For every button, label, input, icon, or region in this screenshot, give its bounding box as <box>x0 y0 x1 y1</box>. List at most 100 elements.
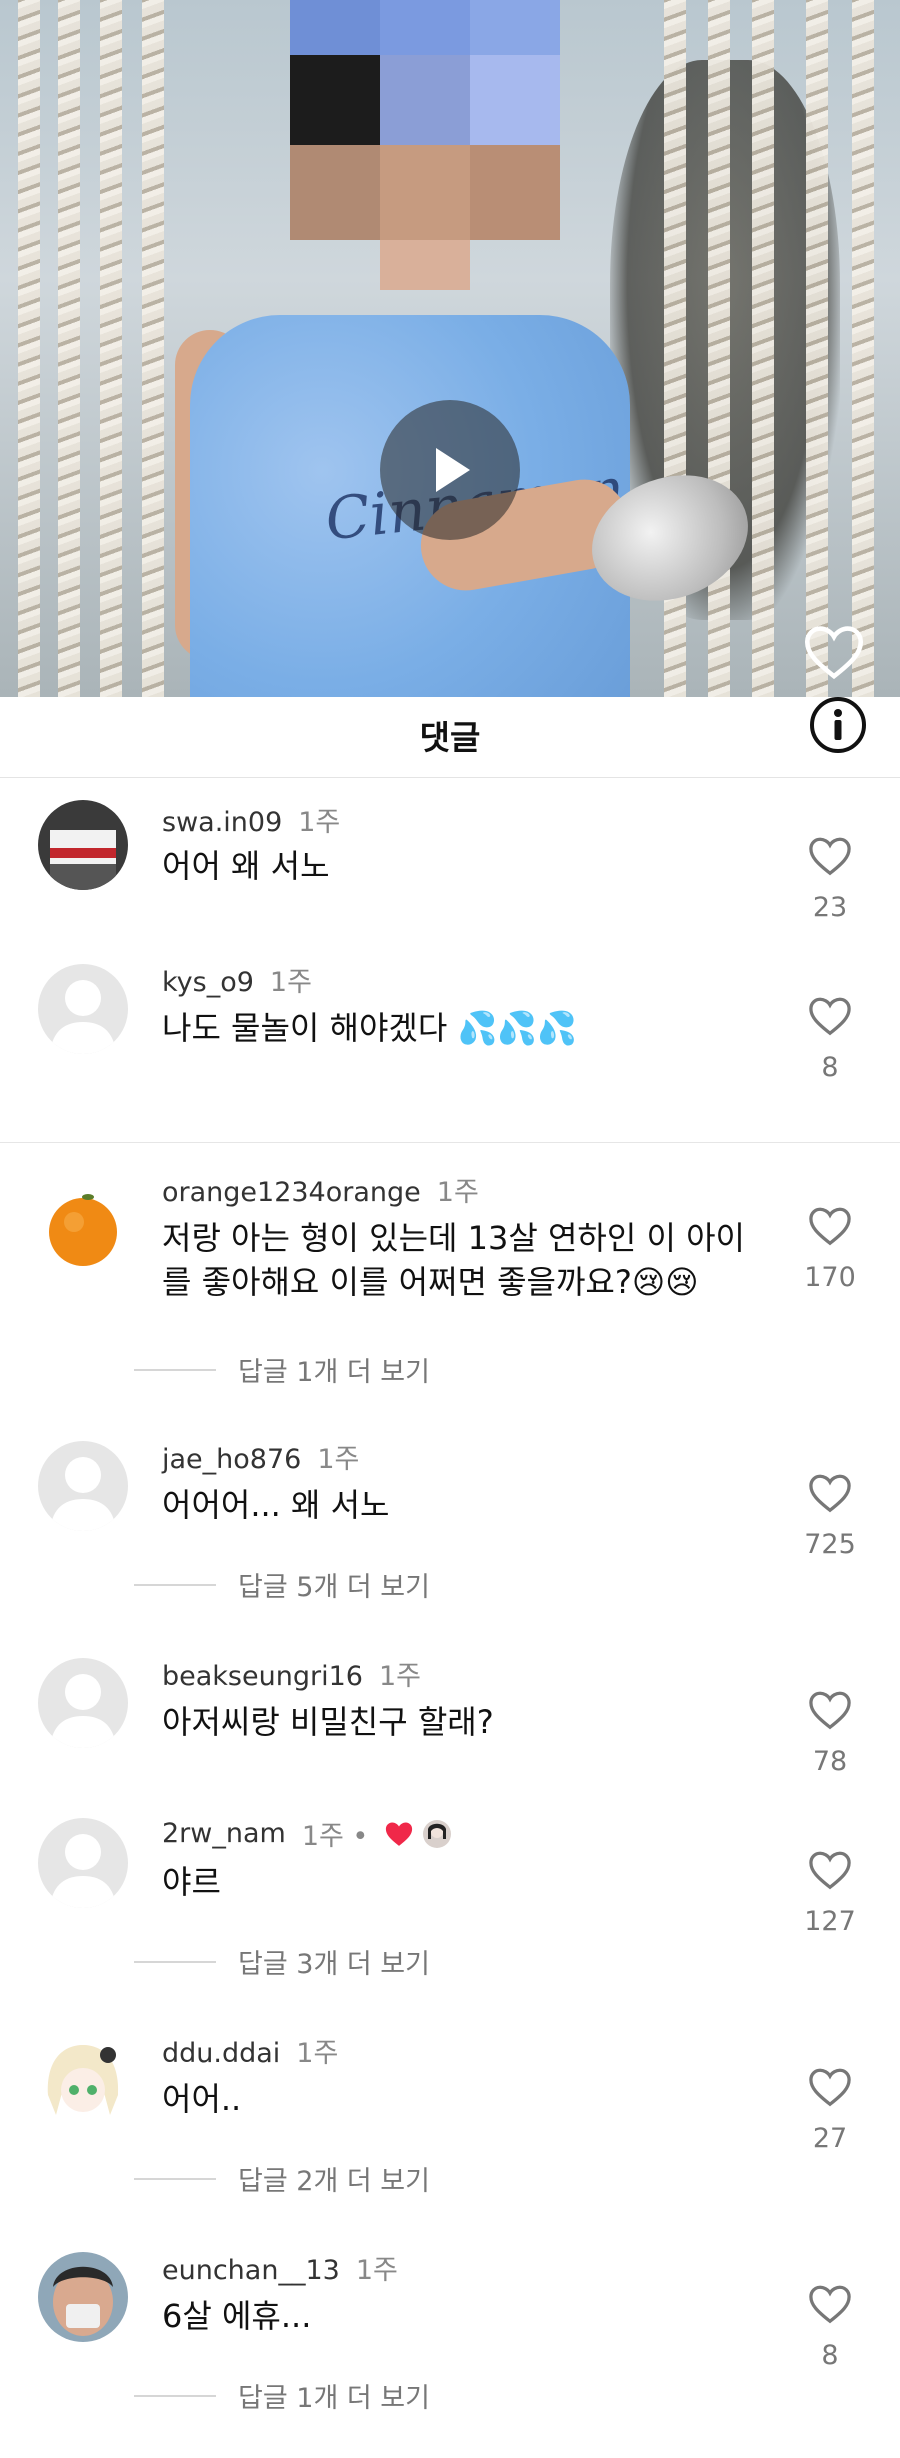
heart-outline-icon[interactable] <box>803 624 865 680</box>
username[interactable]: ddu.ddai <box>162 2038 280 2069</box>
heart-outline-icon[interactable] <box>808 1690 852 1730</box>
reply-line <box>134 1583 216 1586</box>
like-count: 725 <box>804 1529 856 1560</box>
timestamp: 1주 <box>378 1661 421 1692</box>
comment-meta: swa.in09 1주 <box>162 800 340 839</box>
view-replies-label: 답글 1개 더 보기 <box>238 1357 430 1388</box>
avatar[interactable] <box>38 2035 128 2125</box>
rope <box>18 0 40 697</box>
default-user-icon <box>50 1457 116 1531</box>
rope <box>142 0 164 697</box>
storefront-avatar-image <box>38 800 128 890</box>
like-count: 78 <box>812 1746 848 1777</box>
comment-item: swa.in09 1주 어어 왜 서노 23 <box>0 800 900 923</box>
comment-item: jae_ho876 1주 어어어... 왜 서노 725 답글 5개 더 보기 <box>0 1437 900 1607</box>
play-button[interactable] <box>380 400 520 540</box>
comment-meta: eunchan__13 1주 <box>162 2248 398 2287</box>
comment-item: eunchan__13 1주 6살 에휴... 8 답글 1개 더 보기 <box>0 2248 900 2428</box>
orange-avatar-image <box>38 1184 128 1274</box>
avatar[interactable] <box>38 1818 128 1908</box>
view-replies-button[interactable]: 답글 2개 더 보기 <box>134 2159 430 2198</box>
like-count: 23 <box>812 892 848 923</box>
avatar[interactable] <box>38 1441 128 1531</box>
comment-text: 나도 물놀이 해야겠다 💦💦💦 <box>162 1009 578 1047</box>
video-player[interactable]: Cinnamon <box>0 0 900 697</box>
heart-outline-icon[interactable] <box>808 996 852 1036</box>
rope <box>806 0 828 697</box>
selfie-avatar-image <box>38 2252 128 2342</box>
section-divider <box>0 1142 900 1143</box>
comment-text: 저랑 아는 형이 있는데 13살 연하인 이 아이를 좋아해요 이를 어쩌면 좋… <box>162 1219 745 1301</box>
comment-text: 야르 <box>162 1863 221 1901</box>
like-count: 8 <box>821 1052 839 1083</box>
like-count: 27 <box>812 2123 848 2154</box>
avatar[interactable] <box>38 1658 128 1748</box>
blurred-face <box>250 0 580 300</box>
avatar[interactable] <box>38 2252 128 2342</box>
view-replies-button[interactable]: 답글 1개 더 보기 <box>134 1350 430 1389</box>
red-heart-icon <box>386 1822 413 1846</box>
comment-text: 어어.. <box>162 2080 242 2118</box>
comment-text: 아저씨랑 비밀친구 할래? <box>162 1703 494 1741</box>
avatar[interactable] <box>38 800 128 890</box>
view-replies-label: 답글 3개 더 보기 <box>238 1949 430 1980</box>
comment-item: ddu.ddai 1주 어어.. 27 답글 2개 더 보기 <box>0 2031 900 2201</box>
timestamp: 1주 <box>298 807 341 838</box>
timestamp: 1주 <box>269 967 312 998</box>
reply-line <box>134 1368 216 1371</box>
timestamp: 1주 <box>436 1177 479 1208</box>
timestamp: 1주 <box>296 2038 339 2069</box>
like-count: 8 <box>821 2340 839 2371</box>
view-replies-button[interactable]: 답글 3개 더 보기 <box>134 1942 430 1981</box>
comment-meta: jae_ho876 1주 <box>162 1437 359 1476</box>
like-count: 170 <box>804 1262 856 1293</box>
rope <box>852 0 874 697</box>
username[interactable]: orange1234orange <box>162 1177 421 1208</box>
comment-item: beakseungri16 1주 아저씨랑 비밀친구 할래? 78 <box>0 1654 900 1784</box>
rope <box>58 0 80 697</box>
rope <box>708 0 730 697</box>
heart-outline-icon[interactable] <box>808 1473 852 1513</box>
comment-meta: kys_o9 1주 <box>162 960 312 999</box>
info-icon[interactable] <box>808 695 868 755</box>
comment-text: 어어어... 왜 서노 <box>162 1486 390 1524</box>
comment-item: kys_o9 1주 나도 물놀이 해야겠다 💦💦💦 8 <box>0 960 900 1090</box>
comment-item: 2rw_nam 1주 • 야르 127 답글 3개 더 보기 <box>0 1814 900 1994</box>
heart-outline-icon[interactable] <box>808 1850 852 1890</box>
heart-outline-icon[interactable] <box>808 836 852 876</box>
heart-outline-icon[interactable] <box>808 2284 852 2324</box>
timestamp: 1주 <box>317 1444 360 1475</box>
avatar[interactable] <box>38 1184 128 1274</box>
rope <box>100 0 122 697</box>
view-replies-label: 답글 5개 더 보기 <box>238 1572 430 1603</box>
comment-meta: orange1234orange 1주 <box>162 1170 479 1209</box>
default-user-icon <box>50 1834 116 1908</box>
timestamp: 1주 <box>355 2255 398 2286</box>
default-user-icon <box>50 1674 116 1748</box>
view-replies-label: 답글 2개 더 보기 <box>238 2166 430 2197</box>
avatar[interactable] <box>38 964 128 1054</box>
comment-text: 어어 왜 서노 <box>162 847 330 885</box>
like-count: 127 <box>804 1906 856 1937</box>
view-replies-button[interactable]: 답글 1개 더 보기 <box>134 2376 430 2415</box>
view-replies-button[interactable]: 답글 5개 더 보기 <box>134 1565 430 1604</box>
comment-meta: 2rw_nam 1주 • <box>162 1814 452 1853</box>
reply-line <box>134 2177 216 2180</box>
reply-line <box>134 1960 216 1963</box>
username[interactable]: beakseungri16 <box>162 1661 363 1692</box>
username[interactable]: 2rw_nam <box>162 1818 286 1849</box>
comment-meta: ddu.ddai 1주 <box>162 2031 338 2070</box>
comments-header: 댓글 <box>0 697 900 778</box>
comment-text: 6살 에휴... <box>162 2297 312 2335</box>
username[interactable]: eunchan__13 <box>162 2255 340 2286</box>
heart-outline-icon[interactable] <box>808 1206 852 1246</box>
reply-line <box>134 2394 216 2397</box>
username[interactable]: kys_o9 <box>162 967 254 998</box>
username[interactable]: jae_ho876 <box>162 1444 301 1475</box>
heart-outline-icon[interactable] <box>808 2067 852 2107</box>
comment-item: orange1234orange 1주 저랑 아는 형이 있는데 13살 연하인 … <box>0 1170 900 1388</box>
default-user-icon <box>50 980 116 1054</box>
creator-avatar-icon <box>423 1819 452 1848</box>
username[interactable]: swa.in09 <box>162 807 282 838</box>
header-title: 댓글 <box>419 718 481 757</box>
